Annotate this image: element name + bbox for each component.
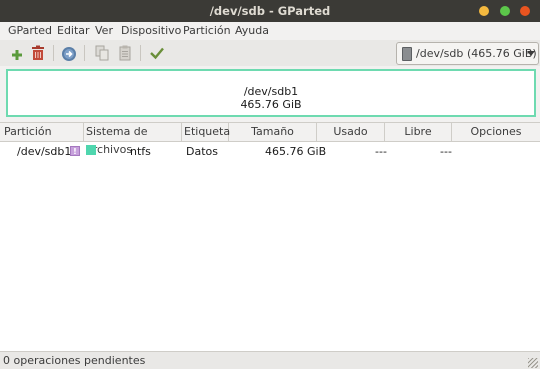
partition-map-size: 465.76 GiB [240,98,302,111]
chevron-down-icon [527,51,535,56]
add-icon[interactable] [8,44,26,62]
table-header: Partición Sistema de archivos Etiqueta T… [0,123,540,156]
cell-label: Datos [186,145,218,158]
cell-partition: /dev/sdb1 [17,145,72,158]
column-header-libre[interactable]: Libre [385,123,452,141]
toolbar-separator [53,45,54,61]
paste-icon[interactable] [116,44,134,62]
menu-gparted[interactable]: GParted [8,24,52,37]
partition-map-sdb1[interactable]: /dev/sdb1 465.76 GiB [6,69,536,117]
column-header-usado[interactable]: Usado [317,123,385,141]
table-row[interactable]: /dev/sdb1 ! ntfs Datos 465.76 GiB --- --… [0,142,540,160]
toolbar-separator [84,45,85,61]
partition-table: Partición Sistema de archivos Etiqueta T… [0,122,540,351]
column-header-sistema-archivos[interactable]: Sistema de archivos [84,123,182,156]
device-selector-path: /dev/sdb [416,47,464,60]
column-header-tamano[interactable]: Tamaño [229,123,317,141]
menu-dispositivo[interactable]: Dispositivo [121,24,181,37]
menu-ayuda[interactable]: Ayuda [235,24,269,37]
menu-editar[interactable]: Editar [57,24,90,37]
close-button[interactable] [520,6,530,16]
minimize-button[interactable] [479,6,489,16]
filesystem-color-swatch [86,145,96,155]
column-header-particion[interactable]: Partición [0,123,84,141]
maximize-button[interactable] [500,6,510,16]
resize-icon[interactable] [60,44,78,62]
status-bar: 0 operaciones pendientes [0,351,540,369]
cell-free: --- [440,145,452,158]
window-title: /dev/sdb - GParted [209,4,331,18]
column-header-opciones[interactable]: Opciones [452,123,540,141]
cell-used: --- [375,145,387,158]
menu-particion[interactable]: Partición [183,24,231,37]
partition-map-name: /dev/sdb1 [243,85,299,98]
menu-ver[interactable]: Ver [95,24,113,37]
partition-map-area: /dev/sdb1 465.76 GiB [0,66,540,119]
gparted-window: /dev/sdb - GParted GParted Editar Ver Di… [0,0,540,369]
title-bar[interactable]: /dev/sdb - GParted [0,0,540,22]
device-selector[interactable]: /dev/sdb (465.76 GiB) [396,42,539,65]
cell-size: 465.76 GiB [265,145,327,158]
warning-icon: ! [70,146,80,156]
copy-icon[interactable] [93,44,111,62]
disk-icon [402,47,412,61]
resize-grip-icon[interactable] [528,358,538,368]
menu-bar: GParted Editar Ver Dispositivo Partición… [0,22,540,40]
column-header-etiqueta[interactable]: Etiqueta [182,123,230,141]
cell-filesystem: ntfs [130,145,151,158]
delete-icon[interactable] [29,44,47,62]
apply-icon[interactable] [148,44,166,62]
pending-operations-text: 0 operaciones pendientes [3,354,146,367]
toolbar-separator [140,45,141,61]
